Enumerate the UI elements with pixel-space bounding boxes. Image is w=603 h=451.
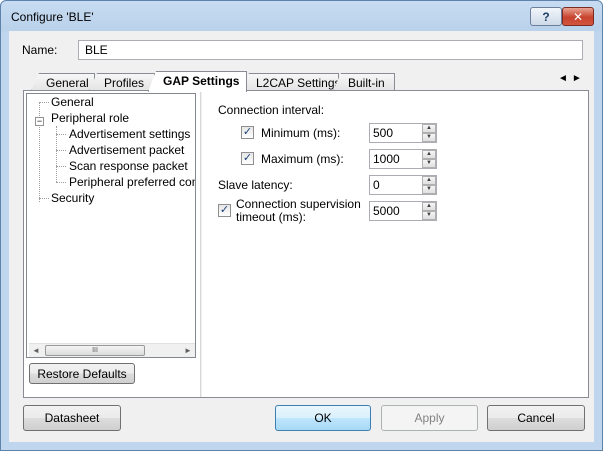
tab-panel-gap-settings: General − Peripheral role Advertisement … bbox=[23, 90, 589, 398]
tab-scroll-right-icon[interactable]: ► bbox=[572, 73, 586, 84]
spin-up-icon[interactable]: ▲ bbox=[422, 202, 436, 211]
tree-horizontal-scrollbar[interactable]: ◄ III ► bbox=[29, 343, 195, 357]
spin-down-icon[interactable]: ▼ bbox=[422, 211, 436, 220]
scroll-left-icon[interactable]: ◄ bbox=[29, 344, 43, 357]
tree-item-advertisement-packet[interactable]: Advertisement packet bbox=[69, 143, 184, 157]
panel-splitter[interactable] bbox=[200, 91, 203, 397]
scroll-right-icon[interactable]: ► bbox=[181, 344, 195, 357]
connection-interval-label: Connection interval: bbox=[218, 103, 325, 117]
supervision-timeout-value[interactable]: 5000 bbox=[373, 204, 400, 218]
tree-line bbox=[56, 134, 66, 135]
scrollbar-thumb[interactable]: III bbox=[45, 345, 145, 356]
close-icon: ✕ bbox=[572, 9, 584, 24]
tree-item-general[interactable]: General bbox=[51, 95, 94, 109]
maximum-spinbox[interactable]: 1000 ▲ ▼ bbox=[369, 149, 437, 169]
tab-profiles[interactable]: Profiles bbox=[89, 73, 155, 91]
minimum-spinbox[interactable]: 500 ▲ ▼ bbox=[369, 123, 437, 143]
apply-button[interactable]: Apply bbox=[381, 405, 478, 431]
name-label: Name: bbox=[22, 43, 58, 57]
tree-line bbox=[39, 102, 49, 103]
slave-latency-label: Slave latency: bbox=[218, 178, 293, 192]
minimum-checkbox[interactable]: ✓ bbox=[241, 126, 254, 139]
spin-up-icon[interactable]: ▲ bbox=[422, 124, 436, 133]
supervision-timeout-label-line2: timeout (ms): bbox=[236, 210, 307, 224]
slave-latency-value[interactable]: 0 bbox=[373, 178, 380, 192]
tab-strip: General Profiles L2CAP Settings Built-in… bbox=[31, 71, 395, 92]
supervision-timeout-checkbox[interactable]: ✓ bbox=[218, 204, 231, 217]
help-icon: ? bbox=[542, 9, 550, 24]
tree-line bbox=[39, 198, 49, 199]
collapse-icon[interactable]: − bbox=[35, 117, 44, 126]
gap-settings-form: Connection interval: ✓ Minimum (ms): 500… bbox=[204, 91, 588, 397]
spin-up-icon[interactable]: ▲ bbox=[422, 176, 436, 185]
configure-dialog: Configure 'BLE' ? ✕ Name: BLE General Pr… bbox=[0, 0, 603, 451]
title-bar[interactable]: Configure 'BLE' ? ✕ bbox=[1, 1, 602, 31]
window-title: Configure 'BLE' bbox=[11, 10, 94, 24]
tree-line bbox=[56, 150, 66, 151]
dialog-client-area: Name: BLE General Profiles L2CAP Setting… bbox=[9, 31, 594, 442]
supervision-timeout-spinbox[interactable]: 5000 ▲ ▼ bbox=[369, 201, 437, 221]
supervision-timeout-label-line1: Connection supervision bbox=[236, 197, 361, 211]
spin-up-icon[interactable]: ▲ bbox=[422, 150, 436, 159]
tree-line bbox=[56, 166, 66, 167]
maximum-value[interactable]: 1000 bbox=[373, 152, 400, 166]
minimum-label: Minimum (ms): bbox=[261, 126, 341, 140]
tree-item-advertisement-settings[interactable]: Advertisement settings bbox=[69, 127, 190, 141]
spin-down-icon[interactable]: ▼ bbox=[422, 185, 436, 194]
tree-item-peripheral-role[interactable]: Peripheral role bbox=[51, 111, 129, 125]
maximum-checkbox[interactable]: ✓ bbox=[241, 152, 254, 165]
settings-tree[interactable]: General − Peripheral role Advertisement … bbox=[26, 93, 196, 358]
name-input[interactable]: BLE bbox=[78, 40, 583, 60]
maximum-label: Maximum (ms): bbox=[261, 152, 344, 166]
minimum-value[interactable]: 500 bbox=[373, 126, 393, 140]
close-button[interactable]: ✕ bbox=[562, 7, 594, 26]
slave-latency-spinbox[interactable]: 0 ▲ ▼ bbox=[369, 175, 437, 195]
tree-line bbox=[56, 182, 66, 183]
cancel-button[interactable]: Cancel bbox=[487, 405, 585, 431]
tree-item-peripheral-preferred-connection[interactable]: Peripheral preferred conne bbox=[69, 175, 195, 189]
tab-built-in[interactable]: Built-in bbox=[333, 73, 395, 91]
spin-down-icon[interactable]: ▼ bbox=[422, 133, 436, 142]
tab-general[interactable]: General bbox=[31, 73, 95, 91]
tree-item-scan-response-packet[interactable]: Scan response packet bbox=[69, 159, 188, 173]
tab-scroll-left-icon[interactable]: ◄ bbox=[558, 73, 572, 84]
tab-l2cap-settings[interactable]: L2CAP Settings bbox=[241, 73, 339, 91]
help-button[interactable]: ? bbox=[530, 7, 562, 26]
spin-down-icon[interactable]: ▼ bbox=[422, 159, 436, 168]
restore-defaults-button[interactable]: Restore Defaults bbox=[29, 363, 135, 384]
tree-item-security[interactable]: Security bbox=[51, 191, 94, 205]
tab-scroll-arrows: ◄► bbox=[558, 73, 586, 84]
ok-button[interactable]: OK bbox=[275, 405, 371, 431]
tab-gap-settings[interactable]: GAP Settings bbox=[148, 71, 247, 92]
datasheet-button[interactable]: Datasheet bbox=[23, 405, 121, 431]
